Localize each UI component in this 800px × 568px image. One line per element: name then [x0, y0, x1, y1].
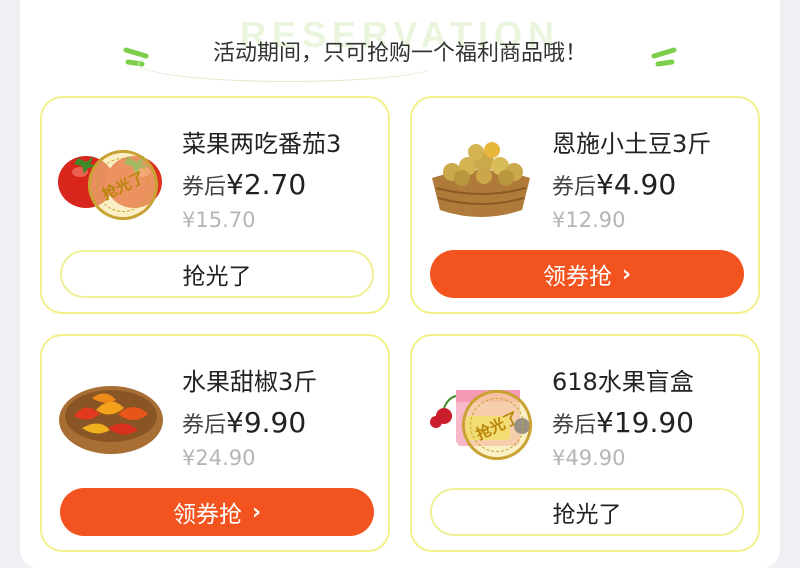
- product-card: 水果甜椒3斤 券后¥9.90 ¥24.90 领券抢 ›: [40, 334, 390, 552]
- product-title: 618水果盲盒: [552, 368, 694, 396]
- potato-basket-icon: [432, 142, 530, 217]
- sold-out-button[interactable]: 抢光了: [430, 488, 744, 536]
- original-price: ¥24.90: [182, 446, 256, 470]
- claim-coupon-button[interactable]: 领券抢 ›: [430, 250, 744, 298]
- activity-panel: RESERVATION 活动期间，只可抢购一个福利商品哦！ 抢光了 菜果两吃番茄…: [20, 0, 780, 568]
- product-title: 菜果两吃番茄3: [182, 130, 342, 158]
- coupon-price: 券后¥4.90: [552, 168, 677, 201]
- coupon-price: 券后¥2.70: [182, 168, 307, 201]
- right-swoosh-icon: [651, 47, 677, 67]
- coupon-price: 券后¥19.90: [552, 406, 694, 439]
- claim-coupon-button[interactable]: 领券抢 ›: [60, 488, 374, 536]
- original-price: ¥12.90: [552, 208, 626, 232]
- original-price: ¥49.90: [552, 446, 626, 470]
- product-card: 恩施小土豆3斤 券后¥4.90 ¥12.90 领券抢 ›: [410, 96, 760, 314]
- product-card: 抢光了 618水果盲盒 券后¥19.90 ¥49.90 抢光了: [410, 334, 760, 552]
- chevron-right-icon: ›: [251, 499, 262, 525]
- sold-out-button[interactable]: 抢光了: [60, 250, 374, 298]
- chevron-right-icon: ›: [621, 261, 632, 287]
- product-card: 抢光了 菜果两吃番茄3 券后¥2.70 ¥15.70 抢光了: [40, 96, 390, 314]
- original-price: ¥15.70: [182, 208, 256, 232]
- product-title: 恩施小土豆3斤: [552, 130, 712, 158]
- pepper-basket-icon: [59, 386, 163, 454]
- coupon-price: 券后¥9.90: [182, 406, 307, 439]
- product-title: 水果甜椒3斤: [182, 368, 318, 396]
